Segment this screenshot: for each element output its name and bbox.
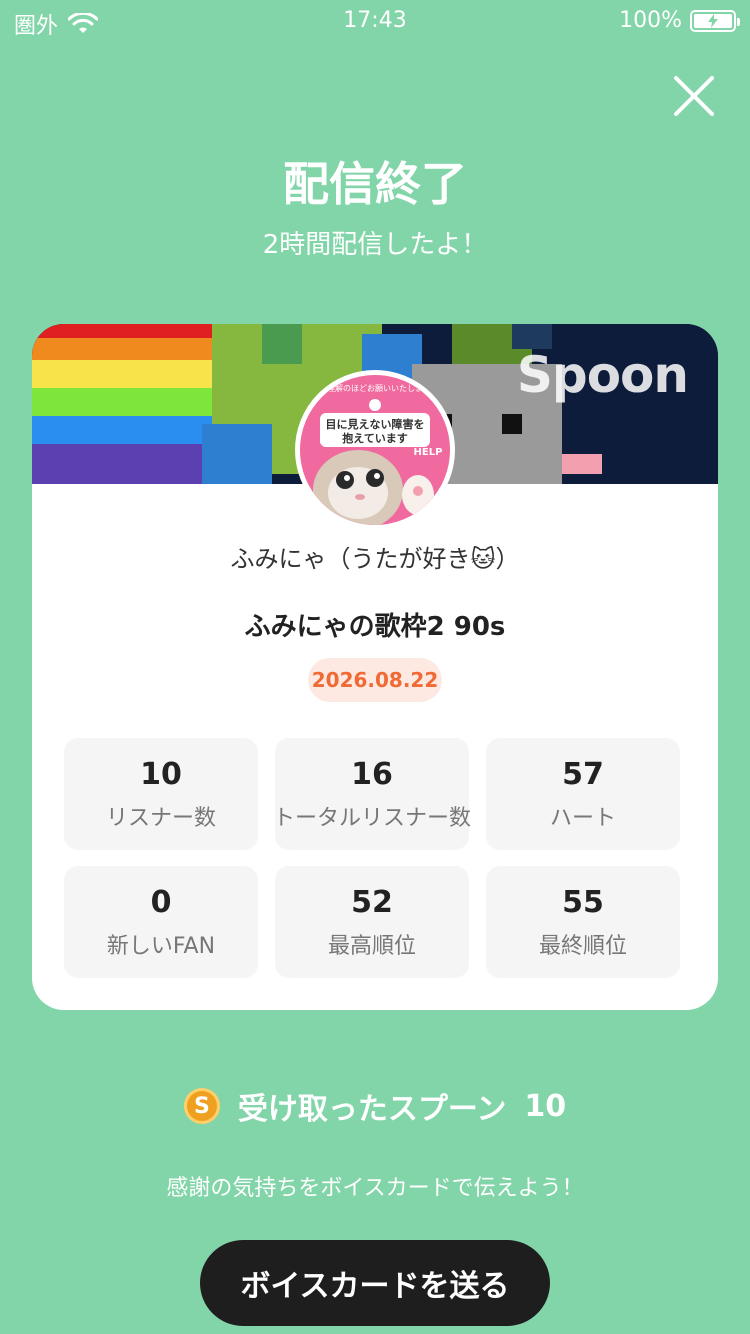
send-voice-card-button[interactable]: ボイスカードを送る (200, 1240, 550, 1326)
spoon-logo: Spoon (516, 346, 689, 404)
thanks-text: 感謝の気持ちをボイスカードで伝えよう！ (166, 1176, 584, 1201)
stat-value: 10 (140, 756, 182, 792)
live-title: ふみにゃの歌枠2 90s (244, 612, 506, 642)
spoons-count: 10 (524, 1088, 567, 1124)
spoon-coin-icon: S (183, 1088, 220, 1124)
close-button[interactable] (672, 74, 716, 118)
live-summary-card: Spoon 目に見えない障害を 抱えています ご理解のほどお願いいたします HE… (32, 324, 718, 1010)
stat-label: 新しいFAN (106, 933, 216, 959)
battery-icon (690, 9, 740, 32)
stat-new-fans: 0 新しいFAN (64, 866, 258, 978)
stat-value: 52 (351, 884, 393, 920)
charging-bolt-icon (708, 13, 718, 28)
svg-text:目に見えない障害を: 目に見えない障害を (326, 417, 425, 431)
stat-total-listeners: 16 トータルリスナー数 (273, 738, 472, 850)
stats-grid: 10 リスナー数 16 トータルリスナー数 57 ハート 0 新しいFAN 52… (64, 738, 680, 978)
stat-label: 最高順位 (327, 933, 416, 959)
stat-listeners: 10 リスナー数 (64, 738, 258, 850)
close-icon (674, 76, 714, 116)
date-badge: 2026.08.22 (308, 658, 442, 702)
stat-best-rank: 52 最高順位 (275, 866, 469, 978)
avatar-cat-image: 目に見えない障害を 抱えています ご理解のほどお願いいたします HELP (300, 375, 450, 525)
status-right: 100% (619, 8, 740, 33)
stat-label: ハート (549, 805, 616, 831)
svg-text:ご理解のほどお願いいたします: ご理解のほどお願いいたします (319, 383, 431, 393)
page-subtitle: 2時間配信したよ！ (262, 230, 488, 260)
page-title: 配信終了 (283, 157, 467, 211)
stat-hearts: 57 ハート (486, 738, 680, 850)
svg-text:抱えています: 抱えています (342, 431, 407, 445)
stat-label: トータルリスナー数 (273, 805, 472, 831)
stat-final-rank: 55 最終順位 (486, 866, 680, 978)
stat-value: 55 (562, 884, 604, 920)
dj-name: ふみにゃ（うたが好き🐱） (230, 545, 520, 573)
stat-label: リスナー数 (105, 805, 216, 831)
battery-percent: 100% (619, 8, 682, 33)
stat-label: 最終順位 (538, 933, 627, 959)
spoons-label: 受け取ったスプーン (237, 1092, 507, 1127)
status-bar: 圏外 17:43 100% (0, 0, 750, 40)
stat-value: 57 (562, 756, 604, 792)
spoons-received: S 受け取ったスプーン 10 (0, 1084, 750, 1128)
svg-text:HELP: HELP (414, 447, 443, 458)
stat-value: 16 (351, 756, 393, 792)
avatar[interactable]: 目に見えない障害を 抱えています ご理解のほどお願いいたします HELP (295, 370, 455, 530)
stat-value: 0 (150, 884, 172, 920)
